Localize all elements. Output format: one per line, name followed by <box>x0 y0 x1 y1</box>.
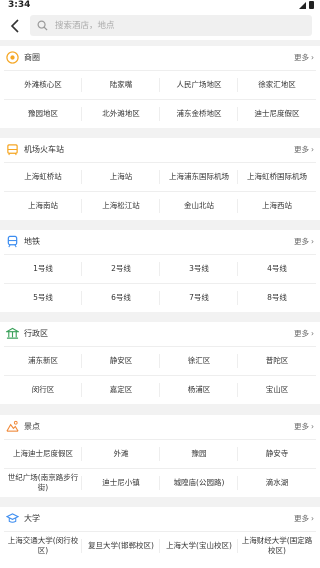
grid-item[interactable]: 3号线 <box>160 255 238 284</box>
district-icon <box>6 327 19 339</box>
grid-item[interactable]: 静安区 <box>82 347 160 376</box>
item-grid: 浦东新区 静安区 徐汇区 普陀区 闵行区 嘉定区 杨浦区 宝山区 <box>4 346 316 404</box>
scenic-icon <box>6 420 19 432</box>
search-icon <box>37 20 48 31</box>
grid-item[interactable]: 浦东新区 <box>4 347 82 376</box>
section-header: 大学 更多 › <box>0 507 320 531</box>
item-grid: 上海交通大学(闵行校区) 复旦大学(邯郸校区) 上海大学(宝山校区) 上海财经大… <box>4 531 316 560</box>
grid-item[interactable]: 6号线 <box>82 284 160 312</box>
system-icons <box>299 1 314 9</box>
grid-item[interactable]: 滴水湖 <box>238 469 316 497</box>
chevron-right-icon: › <box>311 422 314 431</box>
item-grid: 上海迪士尼度假区 外滩 豫园 静安寺 世纪广场(南京路步行街) 迪士尼小镇 城隍… <box>4 439 316 497</box>
section-title: 行政区 <box>24 329 48 338</box>
more-link[interactable]: 更多 › <box>294 421 314 432</box>
grid-item[interactable]: 静安寺 <box>238 440 316 469</box>
status-bar: 3:34 <box>0 0 320 12</box>
airport-train-icon <box>7 144 18 156</box>
grid-item[interactable]: 世纪广场(南京路步行街) <box>4 469 82 497</box>
battery-icon <box>309 1 314 9</box>
grid-item[interactable]: 陆家嘴 <box>82 71 160 100</box>
section-district: 行政区 更多 › 浦东新区 静安区 徐汇区 普陀区 闵行区 嘉定区 杨浦区 宝山区 <box>0 322 320 404</box>
grid-item[interactable]: 上海迪士尼度假区 <box>4 440 82 469</box>
section-header: 景点 更多 › <box>0 415 320 439</box>
grid-item[interactable]: 外滩核心区 <box>4 71 82 100</box>
signal-icon <box>299 1 306 9</box>
more-link[interactable]: 更多 › <box>294 52 314 63</box>
more-link[interactable]: 更多 › <box>294 144 314 155</box>
grid-item[interactable]: 嘉定区 <box>82 376 160 404</box>
grid-item[interactable]: 迪士尼度假区 <box>238 100 316 128</box>
grid-item[interactable]: 上海浦东国际机场 <box>160 163 238 192</box>
grid-item[interactable]: 宝山区 <box>238 376 316 404</box>
grid-item[interactable]: 上海西站 <box>238 192 316 220</box>
grid-item[interactable]: 人民广场地区 <box>160 71 238 100</box>
section-title: 商圈 <box>24 53 40 62</box>
more-link[interactable]: 更多 › <box>294 236 314 247</box>
grid-item[interactable]: 金山北站 <box>160 192 238 220</box>
grid-item[interactable]: 上海松江站 <box>82 192 160 220</box>
grid-item[interactable]: 杨浦区 <box>160 376 238 404</box>
section-scenic: 景点 更多 › 上海迪士尼度假区 外滩 豫园 静安寺 世纪广场(南京路步行街) 迪… <box>0 415 320 497</box>
status-time: 3:34 <box>8 0 31 10</box>
grid-item[interactable]: 1号线 <box>4 255 82 284</box>
grid-item[interactable]: 迪士尼小镇 <box>82 469 160 497</box>
more-link[interactable]: 更多 › <box>294 513 314 524</box>
grid-item[interactable]: 上海交通大学(闵行校区) <box>4 532 82 560</box>
grid-item[interactable]: 上海大学(宝山校区) <box>160 532 238 560</box>
section-header: 地铁 更多 › <box>0 230 320 254</box>
item-grid: 外滩核心区 陆家嘴 人民广场地区 徐家汇地区 豫园地区 北外滩地区 浦东金桥地区… <box>4 70 316 128</box>
grid-item[interactable]: 上海虹桥站 <box>4 163 82 192</box>
section-header: 机场火车站 更多 › <box>0 138 320 162</box>
top-bar <box>0 12 320 40</box>
item-grid: 1号线 2号线 3号线 4号线 5号线 6号线 7号线 8号线 <box>4 254 316 312</box>
back-arrow-icon[interactable] <box>8 17 24 35</box>
grid-item[interactable]: 上海南站 <box>4 192 82 220</box>
chevron-right-icon: › <box>311 514 314 523</box>
chevron-right-icon: › <box>311 53 314 62</box>
chevron-right-icon: › <box>311 329 314 338</box>
grid-item[interactable]: 闵行区 <box>4 376 82 404</box>
grid-item[interactable]: 普陀区 <box>238 347 316 376</box>
search-input[interactable] <box>53 19 297 32</box>
section-title: 地铁 <box>24 237 40 246</box>
grid-item[interactable]: 浦东金桥地区 <box>160 100 238 128</box>
section-header: 行政区 更多 › <box>0 322 320 346</box>
business-district-icon <box>6 51 19 64</box>
chevron-right-icon: › <box>311 237 314 246</box>
grid-item[interactable]: 5号线 <box>4 284 82 312</box>
item-grid: 上海虹桥站 上海站 上海浦东国际机场 上海虹桥国际机场 上海南站 上海松江站 金… <box>4 162 316 220</box>
grid-item[interactable]: 7号线 <box>160 284 238 312</box>
grid-item[interactable]: 复旦大学(邯郸校区) <box>82 532 160 560</box>
grid-item[interactable]: 城隍庙(公园路) <box>160 469 238 497</box>
university-icon <box>6 513 19 523</box>
grid-item[interactable]: 上海虹桥国际机场 <box>238 163 316 192</box>
section-airport-train: 机场火车站 更多 › 上海虹桥站 上海站 上海浦东国际机场 上海虹桥国际机场 上海… <box>0 138 320 220</box>
search-box[interactable] <box>30 15 312 36</box>
metro-icon <box>7 235 18 248</box>
section-title: 机场火车站 <box>24 145 64 154</box>
section-header: 商圈 更多 › <box>0 46 320 70</box>
section-title: 景点 <box>24 422 40 431</box>
section-business-district: 商圈 更多 › 外滩核心区 陆家嘴 人民广场地区 徐家汇地区 豫园地区 北外滩地区… <box>0 46 320 128</box>
grid-item[interactable]: 2号线 <box>82 255 160 284</box>
grid-item[interactable]: 豫园 <box>160 440 238 469</box>
grid-item[interactable]: 徐汇区 <box>160 347 238 376</box>
grid-item[interactable]: 8号线 <box>238 284 316 312</box>
grid-item[interactable]: 北外滩地区 <box>82 100 160 128</box>
section-university: 大学 更多 › 上海交通大学(闵行校区) 复旦大学(邯郸校区) 上海大学(宝山校区… <box>0 507 320 568</box>
chevron-right-icon: › <box>311 145 314 154</box>
section-metro: 地铁 更多 › 1号线 2号线 3号线 4号线 5号线 6号线 7号线 8号线 <box>0 230 320 312</box>
grid-item[interactable]: 外滩 <box>82 440 160 469</box>
grid-item[interactable]: 上海站 <box>82 163 160 192</box>
grid-item[interactable]: 徐家汇地区 <box>238 71 316 100</box>
grid-item[interactable]: 豫园地区 <box>4 100 82 128</box>
more-link[interactable]: 更多 › <box>294 328 314 339</box>
section-title: 大学 <box>24 514 40 523</box>
grid-item[interactable]: 上海财经大学(国定路校区) <box>238 532 316 560</box>
grid-item[interactable]: 4号线 <box>238 255 316 284</box>
